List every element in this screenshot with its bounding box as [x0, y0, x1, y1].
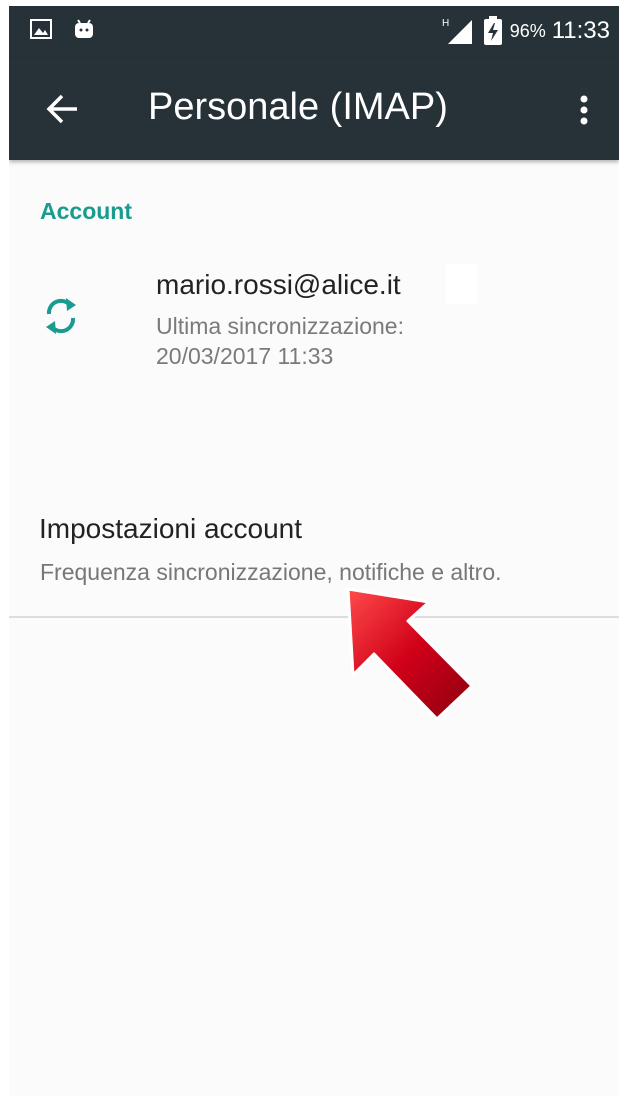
section-header-account: Account — [40, 198, 132, 224]
signal-icon: H — [442, 18, 472, 44]
svg-text:H: H — [442, 18, 449, 29]
pointer-arrow-icon — [346, 587, 474, 721]
status-time: 11:33 — [551, 17, 610, 44]
last-sync-label: Ultima sincronizzazione: — [156, 313, 404, 339]
battery-percent: 96% — [509, 20, 546, 41]
account-settings-title: Impostazioni account — [39, 513, 303, 544]
image-icon — [30, 19, 52, 39]
back-button[interactable] — [37, 84, 87, 134]
account-email: mario.rossi@alice.it — [156, 269, 401, 300]
app-toolbar: Personale (IMAP) — [9, 58, 619, 160]
more-vert-icon — [580, 95, 588, 125]
account-settings-subtitle: Frequenza sincronizzazione, notifiche e … — [40, 559, 502, 585]
android-icon — [75, 19, 93, 38]
status-right-icons: H 96% 11:33 — [442, 16, 610, 46]
last-sync-time: 20/03/2017 11:33 — [156, 343, 334, 369]
divider — [9, 616, 619, 618]
page-title: Personale (IMAP) — [148, 86, 448, 128]
app-screen: H 96% 11:33 Personale (IMAP) Account mar… — [9, 6, 619, 1096]
battery-charging-icon — [483, 16, 502, 45]
redaction-patch — [446, 264, 477, 304]
status-bar: H 96% 11:33 — [9, 6, 619, 58]
status-left-icons — [30, 18, 96, 40]
account-settings-item[interactable]: Impostazioni account Frequenza sincroniz… — [9, 496, 619, 616]
sync-icon[interactable] — [41, 292, 81, 340]
arrow-back-icon — [46, 94, 77, 124]
more-options-button[interactable] — [564, 84, 604, 134]
